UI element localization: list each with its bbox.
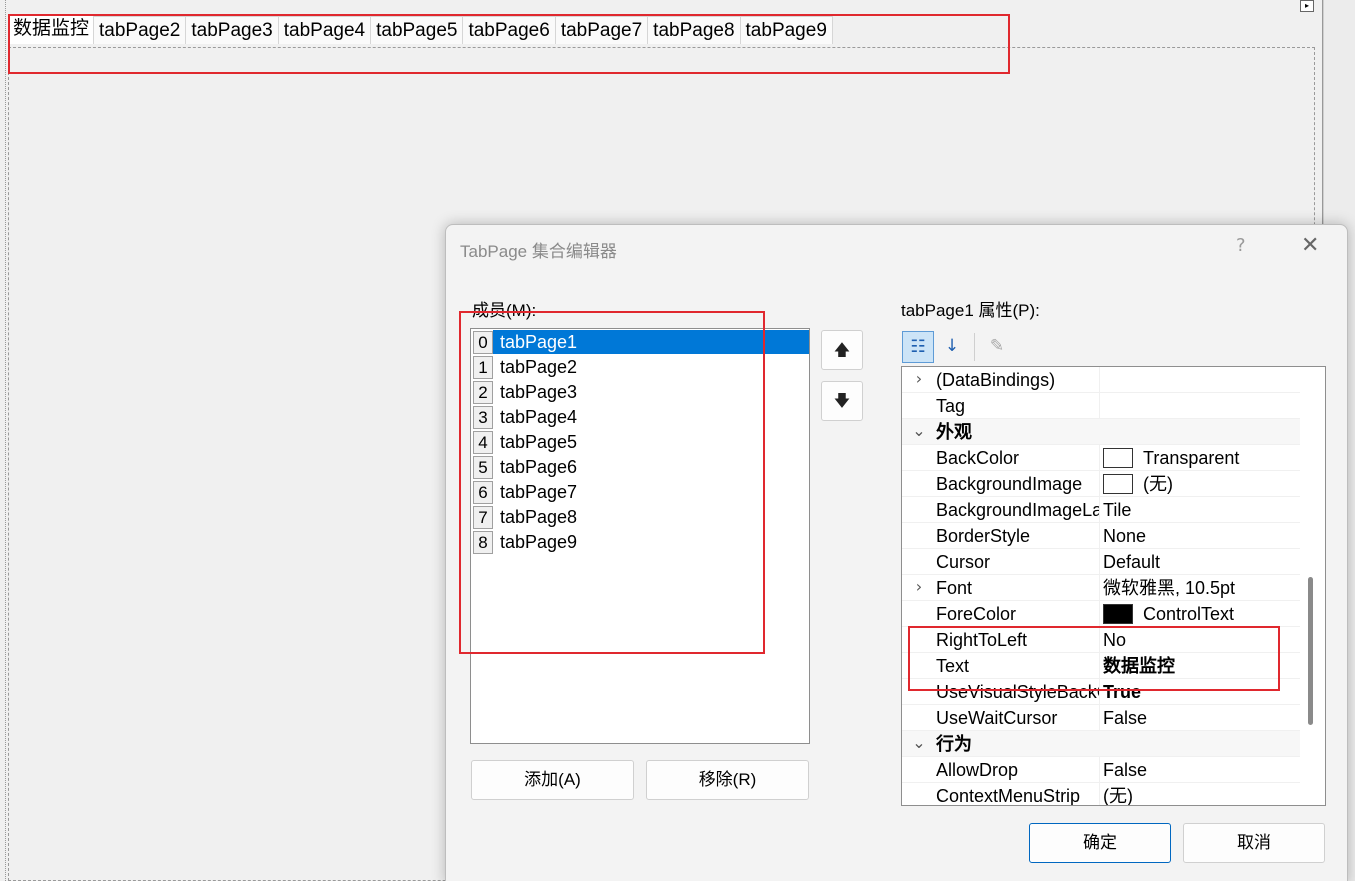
property-value[interactable]: False bbox=[1103, 759, 1147, 781]
category-row[interactable]: ⌄ 外观 bbox=[902, 419, 1300, 445]
property-name: UseWaitCursor bbox=[936, 708, 1058, 728]
property-name: BackgroundImageLayout bbox=[936, 500, 1100, 520]
toolbar-separator bbox=[974, 333, 975, 361]
wrench-icon[interactable]: ✎ bbox=[981, 331, 1013, 363]
property-name: Tag bbox=[936, 396, 966, 416]
property-grid-toolbar: ☷ ↓ ✎ bbox=[902, 331, 1013, 363]
property-name: Font bbox=[936, 578, 973, 598]
property-row[interactable]: › (DataBindings) bbox=[902, 367, 1300, 393]
property-name: ContextMenuStrip bbox=[936, 786, 1081, 806]
alphabetical-icon[interactable]: ↓ bbox=[936, 331, 968, 363]
image-swatch bbox=[1103, 474, 1133, 494]
tabpage-collection-editor-dialog: TabPage 集合编辑器 ? ✕ 成员(M): 0 tabPage1 1 ta… bbox=[445, 224, 1348, 881]
property-row[interactable]: UseWaitCursor False bbox=[902, 705, 1300, 731]
property-row[interactable]: AllowDrop False bbox=[902, 757, 1300, 783]
property-name: ForeColor bbox=[936, 604, 1017, 624]
highlight-box-tabs bbox=[8, 14, 1010, 74]
expand-icon[interactable]: › bbox=[910, 577, 928, 596]
cancel-button[interactable]: 取消 bbox=[1183, 823, 1325, 863]
category-row[interactable]: ⌄ 行为 bbox=[902, 731, 1300, 757]
dialog-title: TabPage 集合编辑器 bbox=[460, 242, 617, 261]
properties-label: tabPage1 属性(P): bbox=[901, 301, 1040, 320]
property-row[interactable]: ContextMenuStrip (无) bbox=[902, 783, 1300, 806]
category-name: 外观 bbox=[936, 422, 972, 442]
property-grid-scrollbar[interactable] bbox=[1308, 577, 1313, 725]
property-value[interactable]: 微软雅黑, 10.5pt bbox=[1103, 577, 1235, 599]
property-row[interactable]: BackColor Transparent bbox=[902, 445, 1300, 471]
move-up-button[interactable]: 🡅 bbox=[821, 330, 863, 370]
property-value[interactable]: False bbox=[1103, 707, 1147, 729]
property-value-color[interactable]: ControlText bbox=[1103, 603, 1234, 625]
smart-tag-icon[interactable]: ▸ bbox=[1300, 0, 1314, 12]
ok-button[interactable]: 确定 bbox=[1029, 823, 1171, 863]
property-name: BackColor bbox=[936, 448, 1020, 468]
property-name: AllowDrop bbox=[936, 760, 1019, 780]
categorized-icon[interactable]: ☷ bbox=[902, 331, 934, 363]
property-row[interactable]: BackgroundImageLayout Tile bbox=[902, 497, 1300, 523]
property-value[interactable]: None bbox=[1103, 525, 1146, 547]
property-row[interactable]: BackgroundImage (无) bbox=[902, 471, 1300, 497]
property-row[interactable]: Cursor Default bbox=[902, 549, 1300, 575]
color-swatch bbox=[1103, 448, 1133, 468]
color-swatch bbox=[1103, 604, 1133, 624]
close-icon[interactable]: ✕ bbox=[1301, 233, 1319, 258]
property-value[interactable]: Tile bbox=[1103, 499, 1131, 521]
property-name: BorderStyle bbox=[936, 526, 1031, 546]
property-grid[interactable]: › (DataBindings) Tag ⌄ 外观 BackColor Tran… bbox=[901, 366, 1326, 806]
highlight-box-text-property bbox=[908, 626, 1280, 691]
property-name: (DataBindings) bbox=[936, 370, 1056, 390]
category-name: 行为 bbox=[936, 734, 972, 754]
move-down-button[interactable]: 🡇 bbox=[821, 381, 863, 421]
property-value-image[interactable]: (无) bbox=[1103, 473, 1173, 495]
property-value[interactable]: (无) bbox=[1103, 785, 1133, 805]
add-button[interactable]: 添加(A) bbox=[471, 760, 634, 800]
collapse-icon[interactable]: ⌄ bbox=[910, 733, 928, 752]
property-row[interactable]: › Font 微软雅黑, 10.5pt bbox=[902, 575, 1300, 601]
property-row[interactable]: Tag bbox=[902, 393, 1300, 419]
property-value-color[interactable]: Transparent bbox=[1103, 447, 1239, 469]
property-row[interactable]: BorderStyle None bbox=[902, 523, 1300, 549]
property-value[interactable]: Default bbox=[1103, 551, 1160, 573]
highlight-box-members bbox=[459, 311, 765, 654]
collapse-icon[interactable]: ⌄ bbox=[910, 421, 928, 440]
property-name: BackgroundImage bbox=[936, 474, 1083, 494]
remove-button[interactable]: 移除(R) bbox=[646, 760, 809, 800]
property-row[interactable]: ForeColor ControlText bbox=[902, 601, 1300, 627]
help-icon[interactable]: ? bbox=[1236, 235, 1246, 256]
expand-icon[interactable]: › bbox=[910, 369, 928, 388]
property-name: Cursor bbox=[936, 552, 991, 572]
